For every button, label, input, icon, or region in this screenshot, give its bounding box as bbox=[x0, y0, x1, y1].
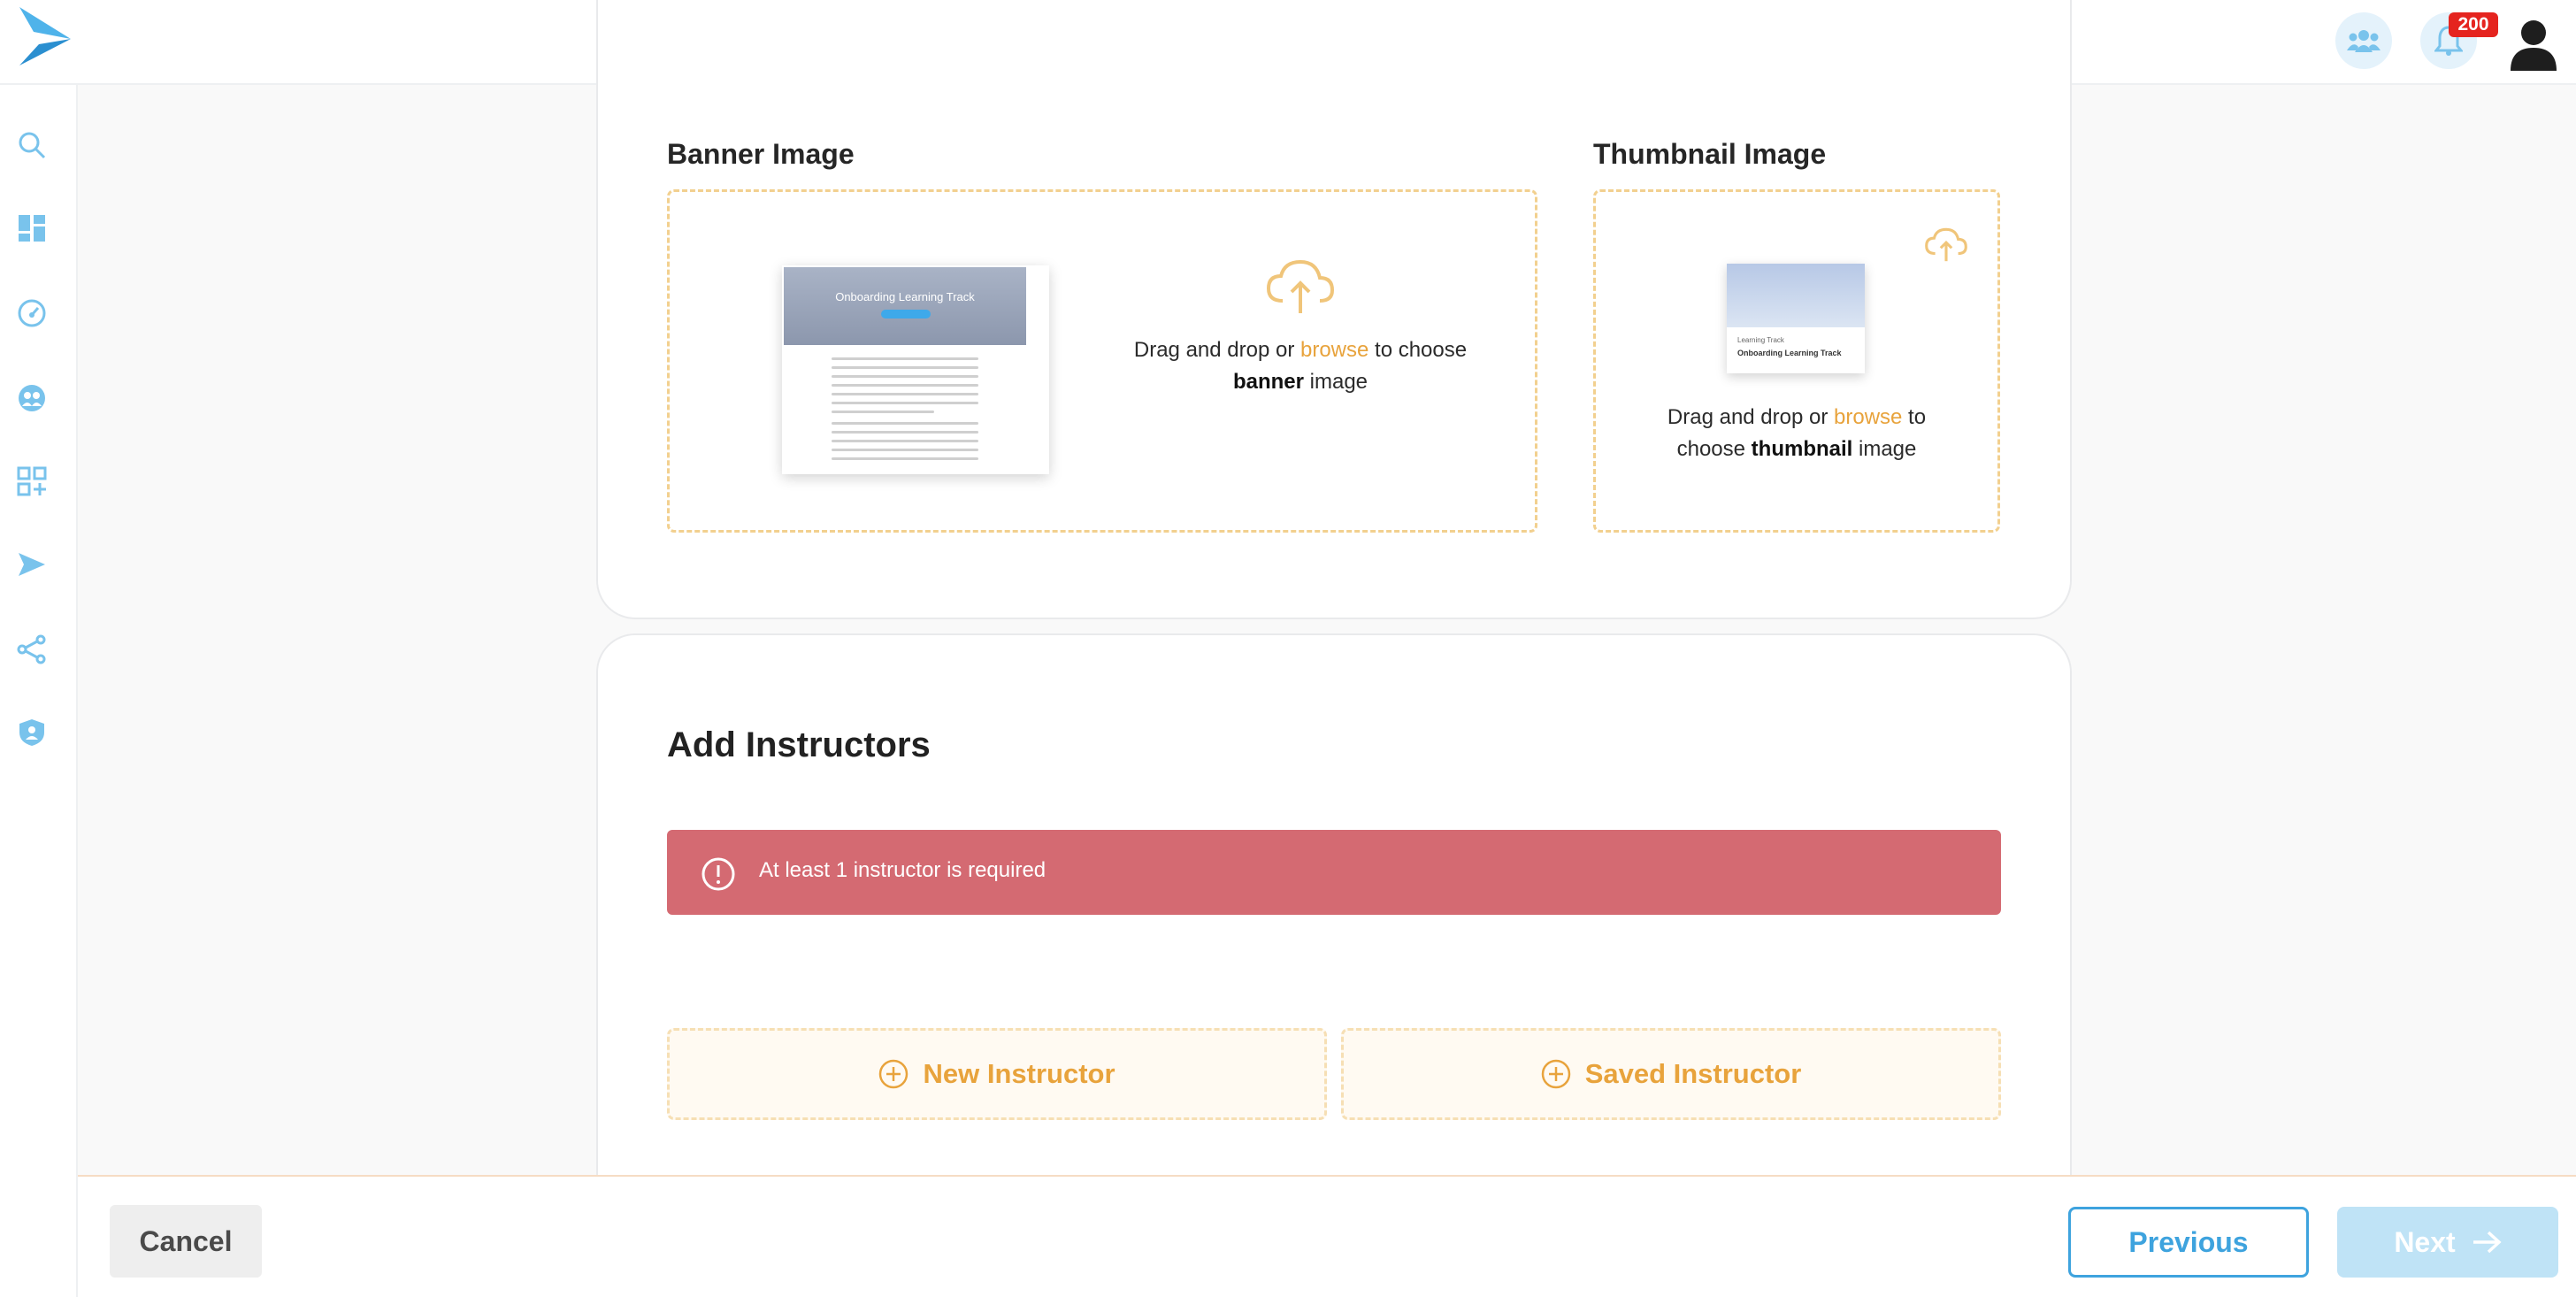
add-instructors-title: Add Instructors bbox=[667, 725, 931, 764]
banner-dropzone-instructions: Drag and drop or browse to choose banner… bbox=[1133, 338, 1468, 394]
thumbnail-preview-title: Onboarding Learning Track bbox=[1737, 349, 1842, 357]
team-icon bbox=[2347, 30, 2380, 52]
sidebar-item-send[interactable] bbox=[14, 547, 50, 582]
sidebar-item-security[interactable] bbox=[14, 715, 50, 750]
sidebar-item-users[interactable] bbox=[14, 380, 50, 416]
dashboard-icon bbox=[19, 215, 45, 242]
banner-preview-pill bbox=[881, 310, 931, 318]
new-instructor-label: New Instructor bbox=[923, 1058, 1116, 1089]
banner-preview-text-lines bbox=[832, 357, 978, 466]
cancel-button[interactable]: Cancel bbox=[110, 1205, 262, 1278]
notification-badge: 200 bbox=[2449, 12, 2498, 37]
thumbnail-preview: Learning Track Onboarding Learning Track bbox=[1727, 264, 1865, 373]
next-label: Next bbox=[2394, 1225, 2456, 1258]
saved-instructor-label: Saved Instructor bbox=[1584, 1058, 1802, 1089]
banner-browse-link[interactable]: browse bbox=[1300, 338, 1368, 362]
banner-preview: Onboarding Learning Track bbox=[782, 265, 1049, 474]
previous-button[interactable]: Previous bbox=[2068, 1207, 2309, 1278]
banner-image-label: Banner Image bbox=[667, 138, 855, 170]
error-alert: At least 1 instructor is required bbox=[667, 830, 2001, 915]
sidebar-item-search[interactable] bbox=[14, 127, 50, 163]
search-icon bbox=[19, 132, 46, 159]
thumbnail-browse-link[interactable]: browse bbox=[1834, 405, 1902, 429]
sidebar-item-dashboard[interactable] bbox=[14, 211, 50, 246]
banner-preview-title: Onboarding Learning Track bbox=[835, 290, 975, 303]
upload-cloud-icon bbox=[1925, 227, 1967, 262]
shield-user-icon bbox=[19, 719, 44, 746]
send-icon bbox=[19, 553, 45, 576]
new-instructor-button[interactable]: New Instructor bbox=[667, 1028, 1327, 1120]
user-avatar-icon[interactable] bbox=[2509, 18, 2558, 71]
plus-circle-icon bbox=[1541, 1059, 1570, 1089]
upload-cloud-icon bbox=[1266, 259, 1335, 313]
dial-icon bbox=[18, 299, 46, 327]
sidebar bbox=[0, 85, 78, 1297]
app-logo[interactable] bbox=[16, 5, 74, 67]
saved-instructor-button[interactable]: Saved Instructor bbox=[1341, 1028, 2001, 1120]
team-button[interactable] bbox=[2335, 12, 2392, 69]
sidebar-item-share[interactable] bbox=[14, 632, 50, 667]
thumbnail-image-label: Thumbnail Image bbox=[1593, 138, 1827, 170]
thumbnail-dropzone-instructions: Drag and drop or browse to choose thumbn… bbox=[1667, 405, 1927, 461]
next-button[interactable]: Next bbox=[2337, 1207, 2558, 1278]
arrow-right-icon bbox=[2472, 1231, 2502, 1254]
users-icon bbox=[19, 385, 45, 411]
sidebar-item-analytics[interactable] bbox=[14, 295, 50, 331]
share-icon bbox=[17, 634, 46, 664]
thumbnail-preview-image bbox=[1727, 264, 1865, 327]
thumbnail-preview-tag: Learning Track bbox=[1737, 336, 1784, 344]
error-message: At least 1 instructor is required bbox=[759, 858, 1046, 882]
add-app-icon bbox=[17, 466, 47, 496]
alert-circle-icon bbox=[702, 857, 735, 891]
banner-preview-hero: Onboarding Learning Track bbox=[784, 267, 1026, 345]
plus-circle-icon bbox=[879, 1059, 908, 1089]
sidebar-item-apps[interactable] bbox=[14, 464, 50, 499]
